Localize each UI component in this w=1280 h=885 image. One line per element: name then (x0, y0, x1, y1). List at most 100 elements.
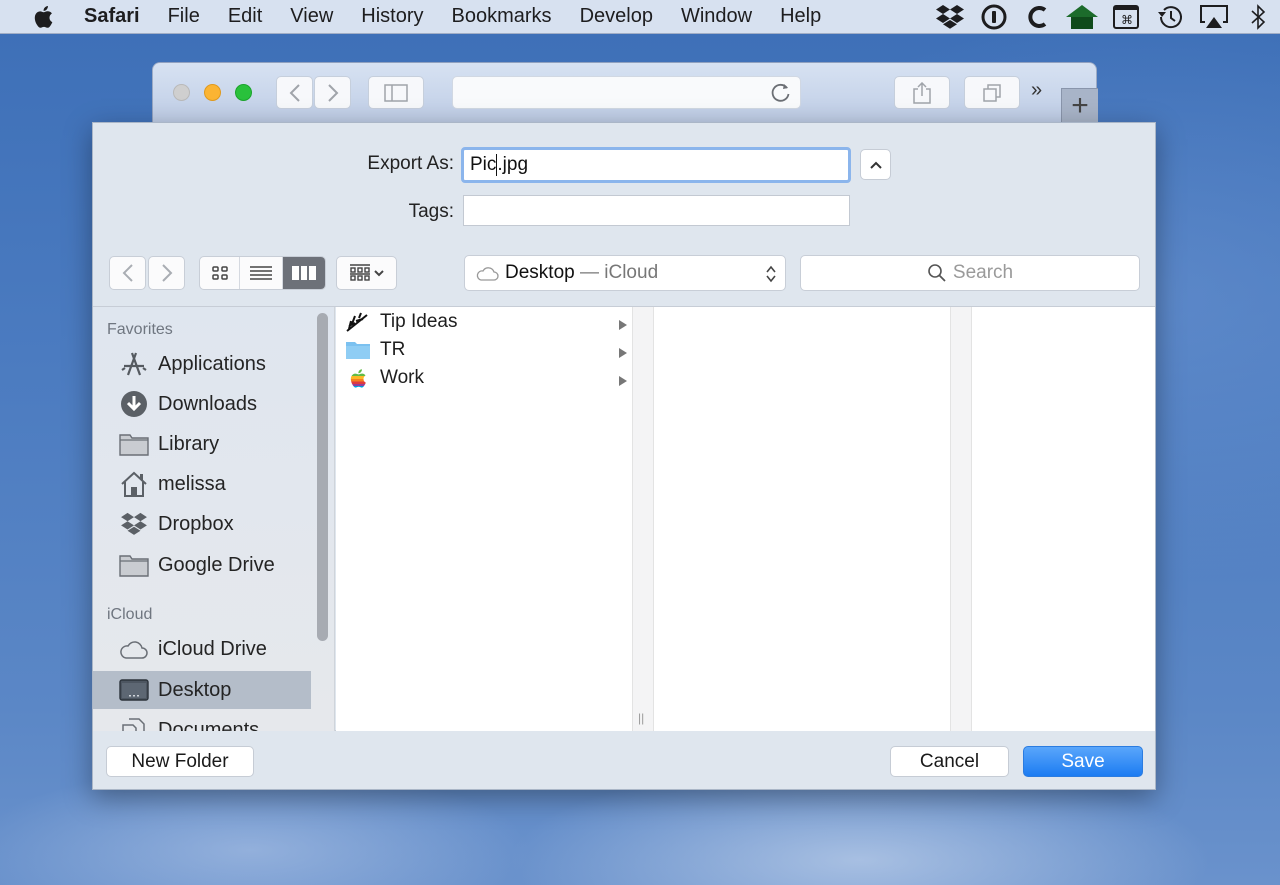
tab-overview-button[interactable] (964, 76, 1020, 109)
back-button[interactable] (276, 76, 313, 109)
list-view-button[interactable] (240, 257, 283, 289)
file-column-2 (654, 307, 950, 731)
icon-view-icon (211, 266, 228, 280)
group-icon (349, 264, 384, 281)
share-button[interactable] (894, 76, 950, 109)
sidebar: Favorites Applications Downloads Library (93, 307, 335, 731)
apple-logo-icon[interactable] (30, 5, 56, 29)
search-input[interactable]: Search (800, 255, 1140, 291)
menu-bar: Safari File Edit View History Bookmarks … (0, 0, 1280, 34)
1password-icon[interactable] (972, 0, 1016, 34)
sidebar-item-label: melissa (158, 472, 226, 495)
sidebar-item-documents[interactable]: Documents (93, 711, 311, 731)
menu-view[interactable]: View (290, 5, 333, 28)
file-browser: Favorites Applications Downloads Library (93, 306, 1155, 731)
menu-bookmarks[interactable]: Bookmarks (452, 5, 552, 28)
filename-input[interactable]: Pic .jpg (461, 147, 851, 183)
chevron-right-icon (161, 264, 172, 282)
status-menu-area: ⌘ (928, 0, 1280, 34)
plus-icon: + (1071, 89, 1089, 122)
sidebar-item-library[interactable]: Library (93, 425, 311, 463)
home-icon[interactable] (1060, 0, 1104, 34)
airplay-icon[interactable] (1192, 0, 1236, 34)
address-bar[interactable] (452, 76, 801, 109)
sidebar-item-applications[interactable]: Applications (93, 345, 311, 383)
cloud-icon (475, 265, 499, 281)
sidebar-item-label: Google Drive (158, 553, 275, 576)
list-view-icon (250, 266, 272, 280)
time-machine-icon[interactable] (1148, 0, 1192, 34)
documents-icon (119, 717, 149, 731)
disclosure-arrow-icon (618, 343, 628, 365)
cloud-icon (119, 638, 149, 660)
file-item-tr[interactable]: TR (336, 336, 632, 364)
new-folder-button[interactable]: New Folder (106, 746, 254, 777)
sidebar-item-google-drive[interactable]: Google Drive (93, 546, 311, 584)
dropbox-icon[interactable] (928, 0, 972, 34)
column-resize-divider[interactable] (950, 307, 972, 731)
reload-icon[interactable] (770, 82, 792, 109)
file-column-1: Tip Ideas TR Work (336, 307, 632, 731)
browser-forward-button[interactable] (148, 256, 185, 290)
close-window-button[interactable] (173, 84, 190, 101)
file-name: Work (380, 367, 424, 388)
tags-input[interactable] (463, 195, 850, 226)
file-item-work[interactable]: Work (336, 364, 632, 392)
sidebar-icon (384, 83, 408, 102)
sidebar-item-label: iCloud Drive (158, 637, 267, 660)
sidebar-item-icloud-drive[interactable]: iCloud Drive (93, 630, 311, 668)
cancel-button[interactable]: Cancel (890, 746, 1009, 777)
svg-text:⌘: ⌘ (1121, 13, 1133, 27)
share-icon (913, 81, 931, 104)
folder-icon (119, 432, 149, 456)
sidebar-item-label: Downloads (158, 392, 257, 415)
toolbar-overflow-icon[interactable]: » (1031, 79, 1042, 102)
sidebar-scrollbar[interactable] (317, 313, 328, 641)
location-name: Desktop (505, 262, 575, 283)
bluetooth-icon[interactable] (1236, 0, 1280, 34)
menu-file[interactable]: File (168, 5, 200, 28)
file-item-tip-ideas[interactable]: Tip Ideas (336, 308, 632, 336)
sidebar-item-dropbox[interactable]: Dropbox (93, 505, 311, 543)
column-resize-handle-icon[interactable]: || (638, 711, 644, 725)
location-service: iCloud (604, 262, 659, 283)
new-tab-button[interactable]: + (1061, 88, 1098, 123)
dropbox-icon (119, 512, 149, 536)
save-button[interactable]: Save (1023, 746, 1143, 777)
menu-safari[interactable]: Safari (84, 5, 140, 28)
forward-button[interactable] (314, 76, 351, 109)
file-column-3 (972, 307, 1155, 731)
sidebar-item-label: Desktop (158, 678, 232, 701)
browser-back-button[interactable] (109, 256, 146, 290)
location-popup[interactable]: Desktop — iCloud (464, 255, 786, 291)
filename-text-after: .jpg (497, 154, 529, 175)
command-window-icon[interactable]: ⌘ (1104, 0, 1148, 34)
column-resize-divider[interactable] (632, 307, 654, 731)
disclosure-arrow-icon (618, 315, 628, 337)
icon-view-button[interactable] (200, 257, 240, 289)
menu-develop[interactable]: Develop (580, 5, 653, 28)
c-app-icon[interactable] (1016, 0, 1060, 34)
downloads-icon (119, 390, 149, 418)
sidebar-item-desktop[interactable]: Desktop (93, 671, 311, 709)
tabs-icon (983, 83, 1001, 102)
disclosure-arrow-icon (618, 371, 628, 393)
menu-help[interactable]: Help (780, 5, 821, 28)
view-mode-control (199, 256, 326, 290)
sidebar-toggle-button[interactable] (368, 76, 424, 109)
column-view-button[interactable] (283, 257, 325, 289)
group-by-button[interactable] (336, 256, 397, 290)
menu-window[interactable]: Window (681, 5, 752, 28)
export-as-label: Export As: (367, 153, 454, 174)
sidebar-item-melissa[interactable]: melissa (93, 465, 311, 503)
file-name: TR (380, 339, 406, 360)
minimize-window-button[interactable] (204, 84, 221, 101)
menu-history[interactable]: History (361, 5, 423, 28)
sidebar-item-label: Documents (158, 718, 260, 732)
tags-label: Tags: (408, 201, 454, 222)
safari-window-toolbar: » + (152, 62, 1098, 123)
menu-edit[interactable]: Edit (228, 5, 262, 28)
sidebar-item-downloads[interactable]: Downloads (93, 385, 311, 423)
maximize-window-button[interactable] (235, 84, 252, 101)
collapse-dialog-button[interactable] (860, 149, 891, 180)
